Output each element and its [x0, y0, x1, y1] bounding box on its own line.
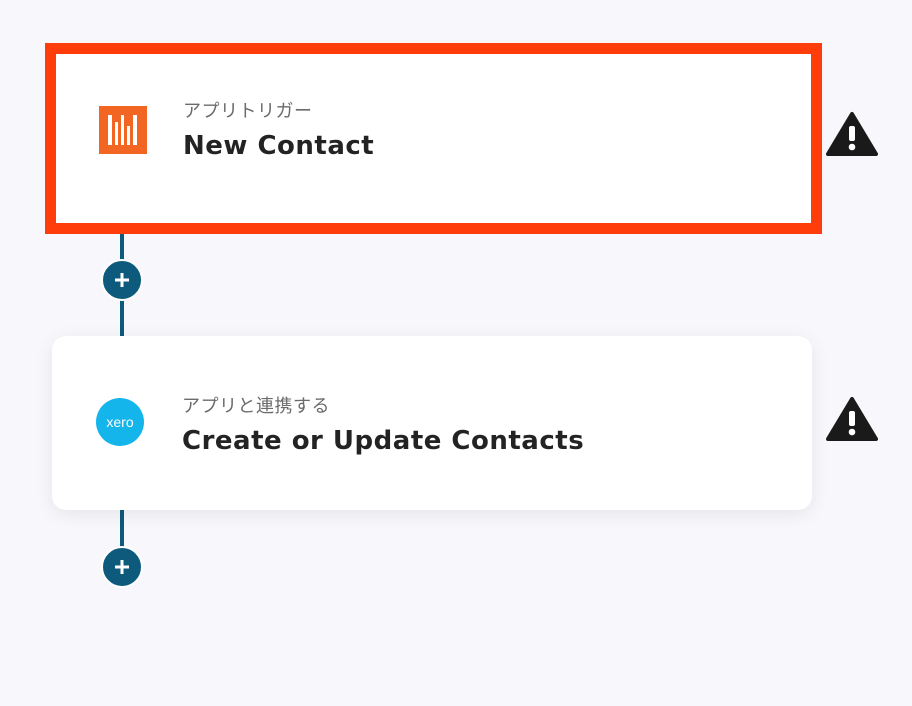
step-type-label: アプリと連携する — [182, 396, 330, 417]
flow-canvas: アプリトリガー New Contact xero アプリと連携する Create… — [0, 0, 912, 706]
xero-icon: xero — [96, 398, 144, 446]
xero-logo-text: xero — [106, 414, 133, 430]
trigger-app-icon — [99, 106, 147, 154]
flow-step-action[interactable]: xero アプリと連携する Create or Update Contacts — [52, 336, 812, 510]
step-title: New Contact — [183, 131, 375, 161]
plus-icon — [115, 273, 129, 287]
flow-step-trigger[interactable]: アプリトリガー New Contact — [45, 43, 822, 234]
warning-icon[interactable] — [826, 111, 878, 157]
plus-icon — [115, 560, 129, 574]
add-step-button[interactable] — [101, 546, 143, 588]
add-step-button[interactable] — [101, 259, 143, 301]
step-title: Create or Update Contacts — [182, 426, 585, 456]
step-type-label: アプリトリガー — [183, 101, 313, 122]
warning-icon[interactable] — [826, 396, 878, 442]
